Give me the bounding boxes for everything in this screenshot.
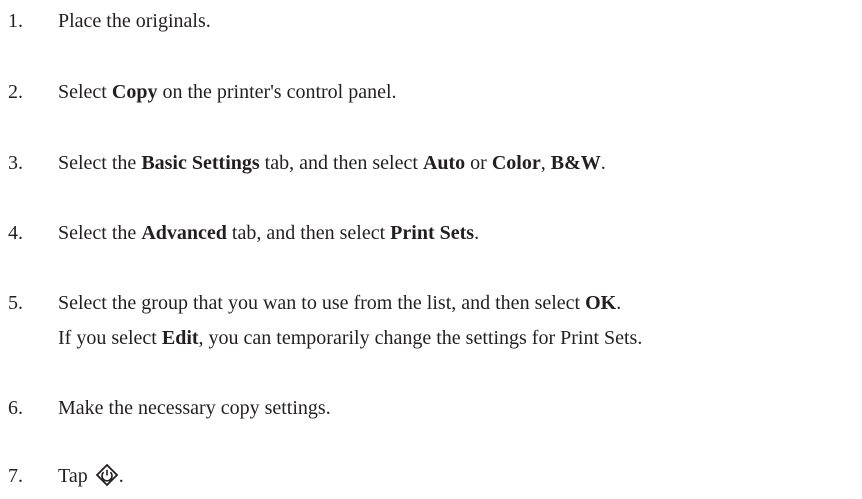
ui-term-auto: Auto: [422, 152, 466, 174]
step-number: 7.: [8, 465, 23, 487]
step-text-part: Make the necessary copy settings.: [58, 397, 331, 419]
step-text-part: on the printer's control panel.: [157, 81, 397, 103]
ui-term-copy: Copy: [111, 81, 158, 103]
step-text-part: Select: [58, 81, 112, 103]
step-text-part: Tap: [58, 465, 93, 487]
step-text-part: .: [616, 292, 622, 314]
ui-term-bw: B&W: [550, 152, 601, 174]
step-text: Select the Basic Settings tab, and then …: [58, 150, 606, 176]
ui-term-ok: OK: [585, 292, 617, 314]
step-text-part: ,: [540, 152, 551, 174]
step-text-part: tab, and then select: [226, 222, 391, 244]
step-text-part: .: [474, 222, 480, 244]
step-text-part: or: [465, 152, 492, 174]
step-note: If you select Edit, you can temporarily …: [58, 325, 642, 351]
ui-term-advanced: Advanced: [141, 222, 227, 244]
step-text: Select the Advanced tab, and then select…: [58, 220, 479, 246]
step-text: Tap .: [58, 463, 124, 489]
step-text-part: .: [600, 152, 606, 174]
step-text-part: Select the: [58, 152, 142, 174]
ui-term-edit: Edit: [161, 327, 199, 349]
step-text-part: Select the: [58, 222, 142, 244]
step-text: Select the group that you wan to use fro…: [58, 290, 621, 316]
step-text-part: Place the originals.: [58, 10, 211, 32]
step-number: 5.: [8, 292, 23, 314]
step-text-part: If you select: [58, 327, 162, 349]
step-number: 2.: [8, 81, 23, 103]
start-diamond-icon: [95, 463, 118, 487]
step-text: Select Copy on the printer's control pan…: [58, 79, 397, 105]
step-text-part: .: [118, 465, 124, 487]
ui-term-print-sets: Print Sets: [390, 222, 475, 244]
step-number: 1.: [8, 10, 23, 32]
ui-term-color: Color: [491, 152, 541, 174]
step-number: 3.: [8, 152, 23, 174]
step-number: 6.: [8, 397, 23, 419]
ui-term-basic-settings: Basic Settings: [141, 152, 260, 174]
step-text-part: , you can temporarily change the setting…: [198, 327, 643, 349]
step-text-part: tab, and then select: [259, 152, 423, 174]
step-text: Place the originals.: [58, 8, 211, 34]
step-number: 4.: [8, 222, 23, 244]
step-text-part: Select the group that you wan to use fro…: [58, 292, 586, 314]
step-text: Make the necessary copy settings.: [58, 395, 331, 421]
